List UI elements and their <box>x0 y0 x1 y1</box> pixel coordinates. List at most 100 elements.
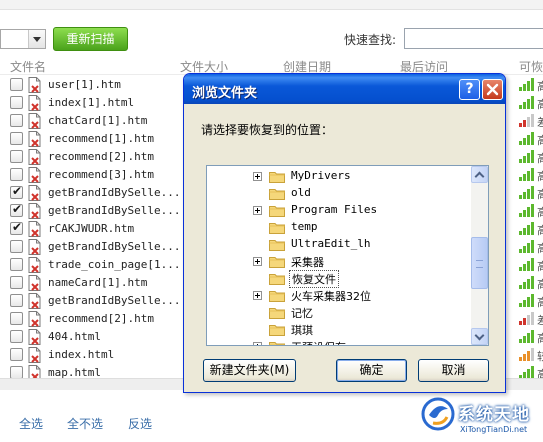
recoverability-text: 高 <box>537 296 543 309</box>
rescan-button[interactable]: 重新扫描 <box>53 27 128 51</box>
row-checkbox[interactable] <box>10 96 23 109</box>
recoverability-text: 高 <box>537 134 543 147</box>
folder-icon <box>269 223 285 234</box>
deleted-file-icon <box>28 239 41 255</box>
recoverability-text: 高 <box>537 332 543 345</box>
tree-item-label: 火车采集器32位 <box>291 290 371 303</box>
tree-item[interactable]: 火车采集器32位 <box>207 287 469 304</box>
file-name: rCAKJWUDR.htm <box>48 222 135 235</box>
ok-button[interactable]: 确定 <box>336 359 407 382</box>
tree-item[interactable]: Program Files <box>207 202 469 219</box>
file-name: nameCard[1].htm <box>48 276 148 289</box>
row-checkbox[interactable] <box>10 78 23 91</box>
row-checkbox[interactable] <box>10 168 23 181</box>
close-button[interactable] <box>482 79 503 100</box>
row-checkbox[interactable] <box>10 258 23 271</box>
column-header-name[interactable]: 文件名 <box>10 58 46 75</box>
dialog-prompt: 请选择要恢复到的位置： <box>201 123 334 137</box>
row-checkbox[interactable] <box>10 184 23 199</box>
tree-item[interactable]: MyDrivers <box>207 168 469 185</box>
row-checkbox[interactable] <box>10 150 23 163</box>
new-folder-button[interactable]: 新建文件夹(M) <box>203 359 296 382</box>
file-name: getBrandIdBySelle... <box>48 240 181 253</box>
tree-vertical-scrollbar[interactable] <box>471 166 488 345</box>
tree-item-label: UltraEdit_lh <box>291 237 371 250</box>
folder-icon <box>269 206 285 217</box>
recoverability-text: 高 <box>537 170 543 183</box>
deleted-file-icon <box>28 257 41 273</box>
tree-item[interactable]: 恢复文件 <box>207 270 469 288</box>
dialog-titlebar[interactable]: 浏览文件夹 ? <box>184 74 505 104</box>
select-all-link[interactable]: 全选 <box>19 415 43 432</box>
row-checkbox[interactable] <box>10 294 23 307</box>
expand-plus-icon[interactable] <box>253 206 262 215</box>
recoverability-text: 差 <box>537 116 543 129</box>
invert-selection-link[interactable]: 反选 <box>128 415 152 432</box>
folder-tree[interactable]: MyDrivers old Program Files temp UltraEdit_l… <box>206 165 489 346</box>
deleted-file-icon <box>28 77 41 93</box>
row-checkbox[interactable] <box>10 220 23 235</box>
tree-item[interactable]: 无预设保存 <box>207 338 469 345</box>
expand-plus-icon[interactable] <box>253 291 262 300</box>
scroll-thumb[interactable] <box>471 237 488 289</box>
row-checkbox[interactable] <box>10 202 23 217</box>
row-checkbox[interactable] <box>10 114 23 127</box>
close-icon <box>486 83 499 96</box>
recoverability-text: 高 <box>537 80 543 93</box>
deleted-file-icon <box>28 95 41 111</box>
chevron-down-icon[interactable] <box>28 30 45 48</box>
tree-item-label: 采集器 <box>291 256 324 269</box>
row-checkbox[interactable] <box>10 276 23 289</box>
recoverability-signal-icon <box>519 222 535 235</box>
recoverability-text: 高 <box>537 242 543 255</box>
recoverability-signal-icon <box>519 186 535 199</box>
recoverability-text: 高 <box>537 224 543 237</box>
expand-plus-icon[interactable] <box>253 257 262 266</box>
expand-plus-icon[interactable] <box>253 342 262 345</box>
cancel-button[interactable]: 取消 <box>418 359 489 382</box>
expand-plus-icon[interactable] <box>253 172 262 181</box>
file-name: recommend[3].htm <box>48 168 154 181</box>
recoverability-text: 较 <box>537 350 543 363</box>
tree-item[interactable]: 记忆 <box>207 304 469 321</box>
row-checkbox[interactable] <box>10 312 23 325</box>
tree-item[interactable]: 采集器 <box>207 253 469 270</box>
tree-item-label: 琪琪 <box>291 324 313 337</box>
folder-icon <box>269 274 285 285</box>
scroll-down-icon[interactable] <box>471 328 488 345</box>
recoverability-signal-icon <box>519 258 535 271</box>
quick-find-input[interactable] <box>404 28 543 49</box>
row-checkbox[interactable] <box>10 132 23 145</box>
browse-folder-dialog: 浏览文件夹 ? 请选择要恢复到的位置： MyDrivers old Program … <box>183 73 506 393</box>
help-button[interactable]: ? <box>459 79 480 100</box>
drive-dropdown[interactable] <box>0 29 46 49</box>
tree-item[interactable]: temp <box>207 219 469 236</box>
tree-item[interactable]: UltraEdit_lh <box>207 236 469 253</box>
select-none-link[interactable]: 全不选 <box>67 415 103 432</box>
recoverability-signal-icon <box>519 132 535 145</box>
tree-item-label: Program Files <box>291 203 378 216</box>
folder-icon <box>269 257 285 268</box>
column-header-recoverability[interactable]: 可恢 <box>519 58 543 75</box>
recoverability-signal-icon <box>519 150 535 163</box>
file-name: chatCard[1].htm <box>48 114 148 127</box>
row-checkbox[interactable] <box>10 348 23 361</box>
recoverability-signal-icon <box>519 240 535 253</box>
tree-item-label: 恢复文件 <box>289 270 339 288</box>
deleted-file-icon <box>28 167 41 183</box>
recoverability-signal-icon <box>519 294 535 307</box>
recoverability-text: 高 <box>537 188 543 201</box>
dialog-title: 浏览文件夹 <box>192 86 258 101</box>
tree-item[interactable]: 琪琪 <box>207 321 469 338</box>
tree-item-label: MyDrivers <box>291 169 351 182</box>
folder-icon <box>269 291 285 302</box>
row-checkbox[interactable] <box>10 240 23 253</box>
file-name: index[1].html <box>48 96 135 109</box>
tree-item[interactable]: old <box>207 185 469 202</box>
folder-icon <box>269 325 285 336</box>
scroll-up-icon[interactable] <box>471 166 488 183</box>
recoverability-signal-icon <box>519 168 535 181</box>
row-checkbox[interactable] <box>10 330 23 343</box>
file-name: recommend[2].htm <box>48 150 154 163</box>
recoverability-signal-icon <box>519 348 535 361</box>
